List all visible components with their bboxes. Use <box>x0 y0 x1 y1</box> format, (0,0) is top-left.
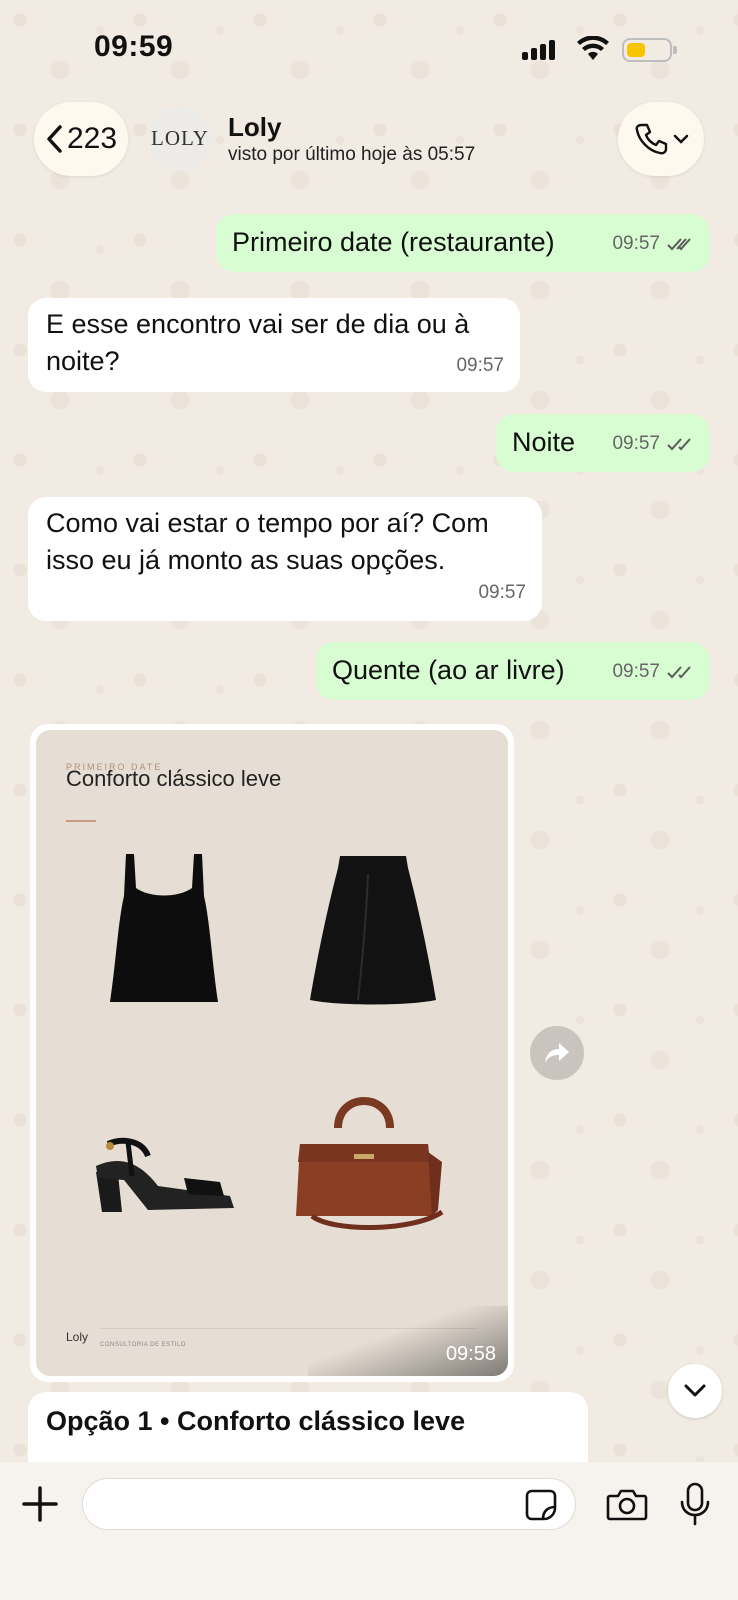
message-composer <box>0 1462 738 1600</box>
signal-icon <box>522 40 555 60</box>
outfit-image[interactable]: PRIMEIRO DATE Conforto clássico leve Lol… <box>36 730 508 1376</box>
contact-avatar[interactable]: LOLY <box>148 106 212 170</box>
caption-message[interactable]: Opção 1 • Conforto clássico leve <box>28 1392 588 1462</box>
microphone-icon[interactable] <box>678 1482 712 1526</box>
brown-leather-handbag <box>296 1097 444 1230</box>
message-bubble-outgoing[interactable]: Primeiro date (restaurante) 09:57 <box>216 214 710 272</box>
message-time: 09:57 <box>478 582 526 603</box>
black-tank-top <box>110 854 218 1002</box>
card-title: Conforto clássico leve <box>66 766 282 791</box>
message-time: 09:57 <box>612 433 660 454</box>
message-bubble-incoming[interactable]: E esse encontro vai ser de dia ou à noit… <box>28 298 520 392</box>
black-block-heel-sandal <box>96 1137 234 1212</box>
sticker-icon[interactable] <box>524 1488 558 1522</box>
message-time: 09:57 <box>612 233 660 254</box>
black-midi-skirt <box>310 856 436 1005</box>
contact-name[interactable]: Loly <box>228 112 281 143</box>
message-time: 09:57 <box>612 661 660 682</box>
last-seen-status: visto por último hoje às 05:57 <box>228 144 476 165</box>
read-receipt-icon <box>667 237 691 250</box>
wifi-icon <box>577 36 609 60</box>
read-receipt-icon <box>667 665 691 678</box>
forward-button[interactable] <box>530 1026 584 1080</box>
message-bubble-outgoing[interactable]: Noite 09:57 <box>496 414 710 472</box>
status-bar: 09:59 <box>0 0 738 100</box>
card-brand-subtitle: CONSULTORIA DE ESTILO <box>100 1342 186 1348</box>
camera-icon[interactable] <box>606 1486 648 1522</box>
message-text: Como vai estar o tempo por aí? Com isso … <box>46 508 489 575</box>
call-button[interactable] <box>618 102 704 176</box>
unread-count: 223 <box>66 122 118 155</box>
caption-text: Opção 1 • Conforto clássico leve <box>46 1406 466 1436</box>
battery-icon <box>622 38 677 62</box>
chevron-down-icon <box>673 134 689 144</box>
plus-icon[interactable] <box>20 1484 60 1524</box>
scroll-to-bottom-button[interactable] <box>668 1364 722 1418</box>
message-time: 09:57 <box>456 355 504 376</box>
divider <box>66 820 96 822</box>
image-time: 09:58 <box>445 1343 496 1365</box>
message-input[interactable] <box>82 1478 576 1530</box>
status-time: 09:59 <box>94 30 174 63</box>
card-brand: Loly <box>66 1330 89 1344</box>
chevron-left-icon <box>47 125 62 153</box>
image-message[interactable]: PRIMEIRO DATE Conforto clássico leve Lol… <box>30 724 514 1382</box>
chat-header: 223 LOLY Loly visto por último hoje às 0… <box>0 96 738 188</box>
read-receipt-icon <box>667 437 691 450</box>
message-text: E esse encontro vai ser de dia ou à noit… <box>46 309 470 376</box>
back-button[interactable]: 223 <box>34 102 128 176</box>
forward-icon <box>545 1043 569 1063</box>
message-bubble-incoming[interactable]: Como vai estar o tempo por aí? Com isso … <box>28 497 542 621</box>
message-bubble-outgoing[interactable]: Quente (ao ar livre) 09:57 <box>316 642 710 700</box>
phone-icon <box>635 123 668 155</box>
chevron-down-icon <box>684 1384 706 1397</box>
